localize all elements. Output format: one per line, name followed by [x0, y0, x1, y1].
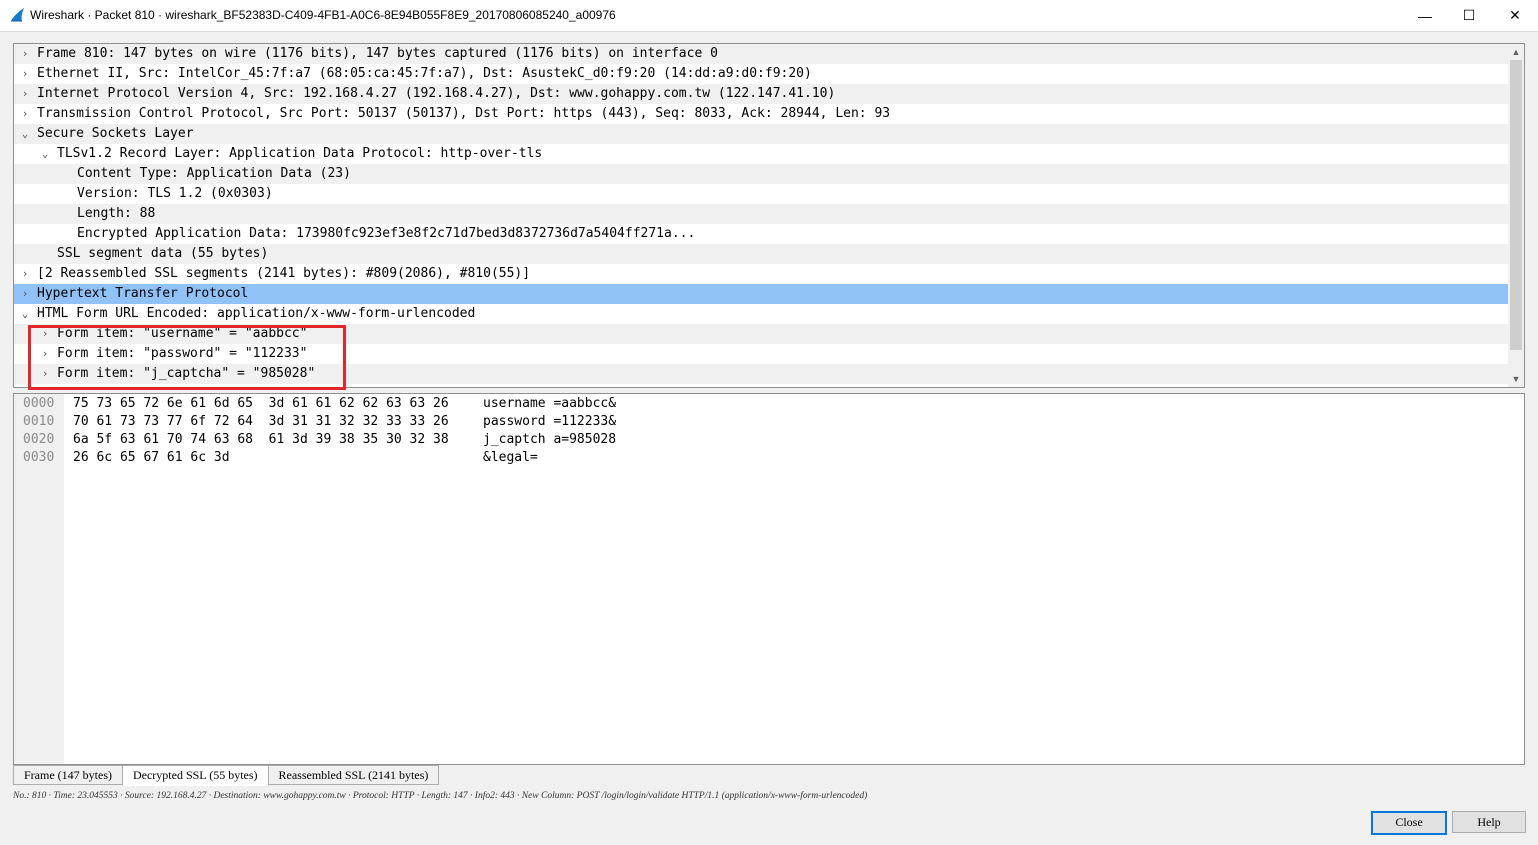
help-button[interactable]: Help: [1452, 811, 1526, 833]
scrollbar-thumb[interactable]: [1510, 60, 1522, 350]
tree-row[interactable]: Version: TLS 1.2 (0x0303): [14, 184, 1508, 204]
chevron-right-icon[interactable]: ›: [19, 104, 31, 124]
hex-offset: 0020: [23, 432, 55, 447]
tree-row[interactable]: ⌄ TLSv1.2 Record Layer: Application Data …: [14, 144, 1508, 164]
hex-ascii: password =112233&: [483, 414, 617, 429]
chevron-right-icon[interactable]: ›: [19, 64, 31, 84]
close-button[interactable]: Close: [1371, 811, 1447, 835]
tree-row-label: HTML Form URL Encoded: application/x-www…: [37, 306, 476, 321]
tree-row-label: Hypertext Transfer Protocol: [37, 286, 249, 301]
tab-reassembled-ssl[interactable]: Reassembled SSL (2141 bytes): [267, 765, 440, 785]
hex-offset: 0010: [23, 414, 55, 429]
tree-row[interactable]: Encrypted Application Data: 173980fc923e…: [14, 224, 1508, 244]
form-items-highlight-box: [28, 325, 346, 390]
tree-row-label: Internet Protocol Version 4, Src: 192.16…: [37, 86, 836, 101]
tree-row[interactable]: › Transmission Control Protocol, Src Port…: [14, 104, 1508, 124]
wireshark-fin-icon: [11, 8, 24, 22]
tree-row-label: Encrypted Application Data: 173980fc923e…: [77, 226, 696, 241]
tree-row-label: Frame 810: 147 bytes on wire (1176 bits)…: [37, 46, 718, 61]
tree-row-label: Secure Sockets Layer: [37, 126, 194, 141]
scroll-up-arrow-icon[interactable]: ▲: [1508, 44, 1524, 60]
hex-offset: 0000: [23, 396, 55, 411]
chevron-down-icon[interactable]: ⌄: [19, 304, 31, 324]
packet-bytes-pane[interactable]: 0000 75 73 65 72 6e 61 6d 65 3d 61 61 62 …: [13, 393, 1525, 765]
chevron-right-icon[interactable]: ›: [19, 284, 31, 304]
hex-ascii: username =aabbcc&: [483, 396, 617, 411]
scroll-down-arrow-icon[interactable]: ▼: [1508, 371, 1524, 387]
chevron-down-icon[interactable]: ⌄: [39, 144, 51, 164]
tree-row[interactable]: › Internet Protocol Version 4, Src: 192.1…: [14, 84, 1508, 104]
window-close-button[interactable]: ✕: [1492, 0, 1538, 31]
hex-bytes: 70 61 73 73 77 6f 72 64 3d 31 31 32 32 3…: [73, 414, 449, 429]
tree-row-label: Version: TLS 1.2 (0x0303): [77, 186, 273, 201]
window-title: Wireshark · Packet 810 · wireshark_BF523…: [30, 8, 616, 22]
tab-frame[interactable]: Frame (147 bytes): [13, 765, 123, 785]
tree-row[interactable]: ⌄ Secure Sockets Layer: [14, 124, 1508, 144]
tree-scrollbar[interactable]: ▲ ▼: [1508, 44, 1524, 387]
minimize-icon: —: [1418, 7, 1432, 24]
tree-row-label: Ethernet II, Src: IntelCor_45:7f:a7 (68:…: [37, 66, 812, 81]
hex-bytes: 26 6c 65 67 61 6c 3d: [73, 450, 230, 465]
tree-row[interactable]: SSL segment data (55 bytes): [14, 244, 1508, 264]
tree-row[interactable]: ⌄ HTML Form URL Encoded: application/x-ww…: [14, 304, 1508, 324]
tree-row[interactable]: › Hypertext Transfer Protocol: [14, 284, 1508, 304]
tree-row[interactable]: Length: 88: [14, 204, 1508, 224]
tree-row-label: [2 Reassembled SSL segments (2141 bytes)…: [37, 266, 531, 281]
hex-ascii: j_captch a=985028: [483, 432, 617, 447]
hex-offset: 0030: [23, 450, 55, 465]
tree-row-label: Transmission Control Protocol, Src Port:…: [37, 106, 891, 121]
close-icon: ✕: [1509, 7, 1521, 23]
tab-decrypted-ssl[interactable]: Decrypted SSL (55 bytes): [121, 765, 269, 786]
hex-bytes: 75 73 65 72 6e 61 6d 65 3d 61 61 62 62 6…: [73, 396, 449, 411]
tree-row-label: SSL segment data (55 bytes): [57, 246, 269, 261]
tree-row[interactable]: › [2 Reassembled SSL segments (2141 bytes…: [14, 264, 1508, 284]
tree-row[interactable]: › Ethernet II, Src: IntelCor_45:7f:a7 (68…: [14, 64, 1508, 84]
maximize-button[interactable]: ☐: [1446, 0, 1492, 31]
title-bar[interactable]: Wireshark · Packet 810 · wireshark_BF523…: [0, 0, 1538, 32]
tree-row[interactable]: Content Type: Application Data (23): [14, 164, 1508, 184]
chevron-right-icon[interactable]: ›: [19, 44, 31, 64]
tree-row-label: TLSv1.2 Record Layer: Application Data P…: [57, 146, 543, 161]
hex-ascii: &legal=: [483, 450, 538, 465]
maximize-icon: ☐: [1462, 7, 1476, 23]
hex-bytes: 6a 5f 63 61 70 74 63 68 61 3d 39 38 35 3…: [73, 432, 449, 447]
minimize-button[interactable]: —: [1402, 0, 1448, 31]
chevron-right-icon[interactable]: ›: [19, 264, 31, 284]
tree-row[interactable]: › Frame 810: 147 bytes on wire (1176 bits…: [14, 44, 1508, 64]
tree-row-label: Length: 88: [77, 206, 156, 221]
chevron-down-icon[interactable]: ⌄: [19, 124, 31, 144]
chevron-right-icon[interactable]: ›: [19, 84, 31, 104]
bytes-tab-bar: Frame (147 bytes) Decrypted SSL (55 bytes…: [13, 765, 440, 786]
packet-summary-status: No.: 810 · Time: 23.045553 · Source: 192…: [13, 791, 868, 801]
tree-row-label: Content Type: Application Data (23): [77, 166, 351, 181]
